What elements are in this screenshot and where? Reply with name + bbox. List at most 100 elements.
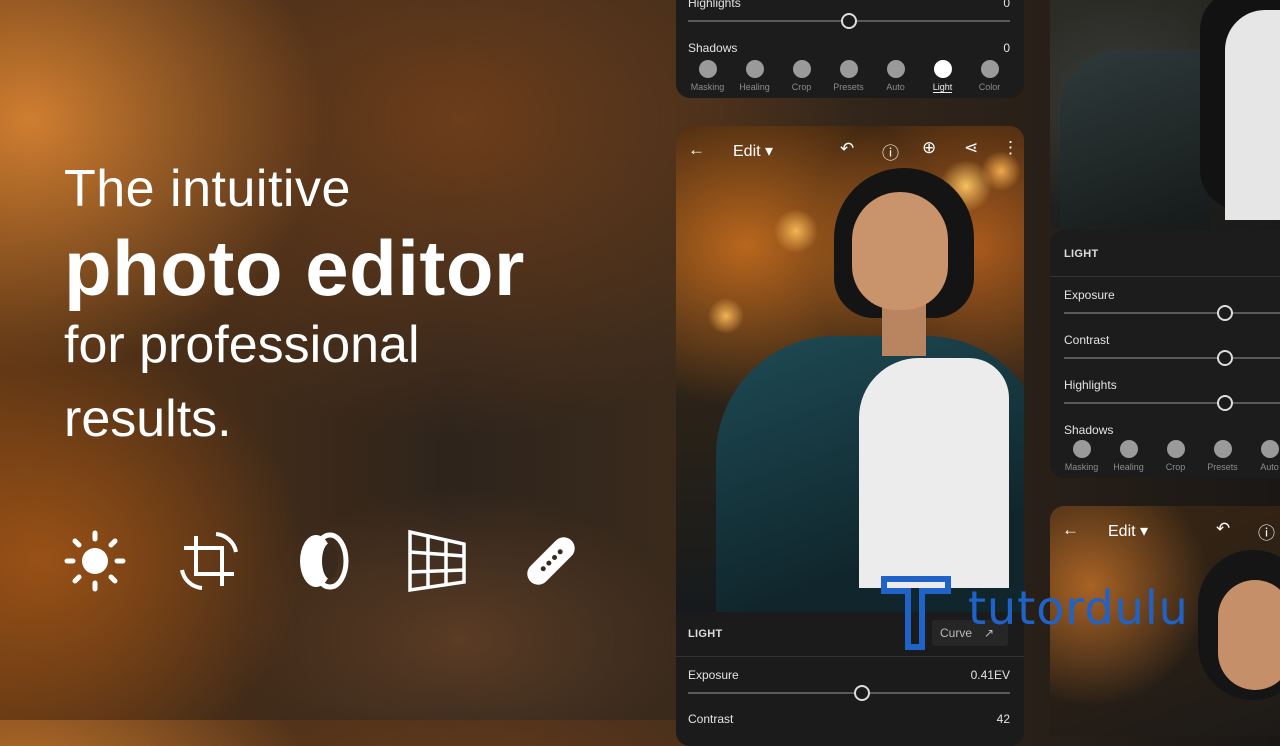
tool-masking[interactable]: Masking	[684, 60, 731, 93]
tool-light[interactable]: Light	[919, 60, 966, 93]
hero-line-1: The intuitive	[64, 160, 351, 218]
highlights-slider-thumb[interactable]	[841, 13, 857, 29]
edit-label: Edit	[1108, 523, 1136, 540]
right-light-panel: LIGHT Exposure Contrast Highlights Shado…	[1050, 230, 1280, 478]
contrast-label: Contrast	[688, 712, 734, 726]
highlights-value: 0	[1003, 0, 1010, 10]
tool-label: Color	[978, 82, 1001, 92]
light-sun-icon	[62, 528, 128, 594]
tool-label: Presets	[833, 82, 864, 92]
right-preview-photo	[1050, 0, 1280, 230]
highlights-slider-thumb[interactable]	[1217, 395, 1233, 411]
tool-crop[interactable]: Crop	[1152, 440, 1199, 472]
highlights-label: Highlights	[1064, 378, 1117, 392]
undo-icon[interactable]: ↶	[840, 139, 854, 159]
tool-presets[interactable]: Presets	[825, 60, 872, 93]
healing-icon	[745, 60, 764, 78]
exposure-label: Exposure	[688, 668, 739, 682]
exposure-label: Exposure	[1064, 288, 1115, 302]
edit-menu[interactable]: Edit ▾	[733, 141, 773, 161]
tool-label: Crop	[791, 82, 812, 92]
more-options-icon[interactable]: ⋮	[1002, 138, 1019, 158]
presets-icon	[839, 60, 858, 78]
tool-label: Masking	[690, 82, 725, 92]
tool-auto[interactable]: Auto	[872, 60, 919, 93]
phone-header: ← Edit ▾ ↶ ⓘ ⊕ ⋖ ⋮	[676, 126, 1024, 174]
tool-label: Light	[932, 82, 953, 93]
main-phone-screen: ← Edit ▾ ↶ ⓘ ⊕ ⋖ ⋮ LIGHT Curve ↗ Exposure…	[676, 126, 1024, 746]
tool-auto[interactable]: Auto	[1246, 440, 1280, 472]
tool-color[interactable]: Color	[966, 60, 1013, 93]
light-panel-title: LIGHT	[1064, 248, 1099, 260]
light-icon	[933, 60, 952, 78]
tool-masking[interactable]: Masking	[1058, 440, 1105, 472]
watermark-text: tutordulu	[968, 581, 1189, 635]
auto-icon	[886, 60, 905, 78]
tool-healing[interactable]: Healing	[1105, 440, 1152, 472]
photo-shirt	[1225, 10, 1280, 220]
auto-icon	[1260, 440, 1279, 458]
light-panel-title: LIGHT	[688, 628, 723, 640]
watermark: tutordulu	[880, 575, 1188, 656]
exposure-slider-track[interactable]	[688, 692, 1010, 694]
portrait-photo	[676, 126, 1024, 626]
shadows-label: Shadows	[688, 41, 738, 55]
tool-label: Masking	[1064, 462, 1099, 472]
crop-rotate-icon	[176, 528, 242, 594]
exposure-slider-thumb[interactable]	[854, 685, 870, 701]
back-arrow-icon[interactable]: ←	[688, 140, 705, 160]
help-icon[interactable]: ⓘ	[1258, 519, 1275, 544]
crop-icon	[792, 60, 811, 78]
geometry-grid-icon	[404, 528, 470, 594]
feature-icons-row	[62, 528, 584, 594]
healing-bandage-icon	[518, 528, 584, 594]
tool-label: Auto	[1260, 462, 1279, 472]
contrast-label: Contrast	[1064, 333, 1110, 347]
color-thermometer-icon	[980, 60, 999, 78]
help-icon[interactable]: ⓘ	[882, 139, 899, 164]
photo-shirt	[859, 358, 1009, 588]
divider	[1050, 276, 1280, 277]
tool-label: Auto	[886, 82, 905, 92]
contrast-slider-thumb[interactable]	[1217, 350, 1233, 366]
tool-label: Healing	[739, 82, 770, 92]
tool-label: Crop	[1165, 462, 1186, 472]
photo-face	[852, 192, 948, 310]
masking-icon	[698, 60, 717, 78]
healing-icon	[1119, 440, 1138, 458]
edit-menu[interactable]: Edit ▾	[1108, 521, 1148, 541]
shadows-value: 0	[1003, 41, 1010, 55]
photo-face	[1218, 580, 1280, 690]
divider	[676, 656, 1024, 657]
tool-label: Presets	[1207, 462, 1238, 472]
highlights-slider-track[interactable]	[1064, 402, 1280, 404]
crop-icon	[1166, 440, 1185, 458]
masking-icon	[1072, 440, 1091, 458]
shadows-label: Shadows	[1064, 423, 1114, 437]
photo-jacket	[1060, 50, 1210, 230]
contrast-slider-track[interactable]	[1064, 357, 1280, 359]
edit-label: Edit	[733, 143, 761, 160]
exposure-slider-thumb[interactable]	[1217, 305, 1233, 321]
add-icon[interactable]: ⊕	[922, 138, 936, 158]
tool-label: Healing	[1113, 462, 1144, 472]
exposure-value: 0.41EV	[970, 668, 1010, 682]
tool-healing[interactable]: Healing	[731, 60, 778, 93]
tool-presets[interactable]: Presets	[1199, 440, 1246, 472]
hero-line-2: photo editor	[64, 224, 525, 312]
edit-toolbar: Masking Healing Crop Presets Auto Light …	[684, 60, 1013, 93]
hero-headline: The intuitive photo editor for professio…	[64, 163, 525, 445]
share-icon[interactable]: ⋖	[964, 138, 978, 158]
exposure-slider-track[interactable]	[1064, 312, 1280, 314]
light-adjustments-panel-top: Highlights 0 Shadows 0 Masking Healing C…	[676, 0, 1024, 98]
hero-line-3: for professional	[64, 316, 420, 374]
tool-crop[interactable]: Crop	[778, 60, 825, 93]
presets-icon	[1213, 440, 1232, 458]
lens-optics-icon	[290, 528, 356, 594]
back-arrow-icon[interactable]: ←	[1062, 520, 1079, 540]
watermark-logo-icon	[881, 576, 951, 650]
contrast-value: 42	[996, 712, 1010, 726]
undo-icon[interactable]: ↶	[1216, 519, 1230, 539]
edit-toolbar: Masking Healing Crop Presets Auto	[1058, 440, 1280, 472]
highlights-label: Highlights	[688, 0, 741, 10]
